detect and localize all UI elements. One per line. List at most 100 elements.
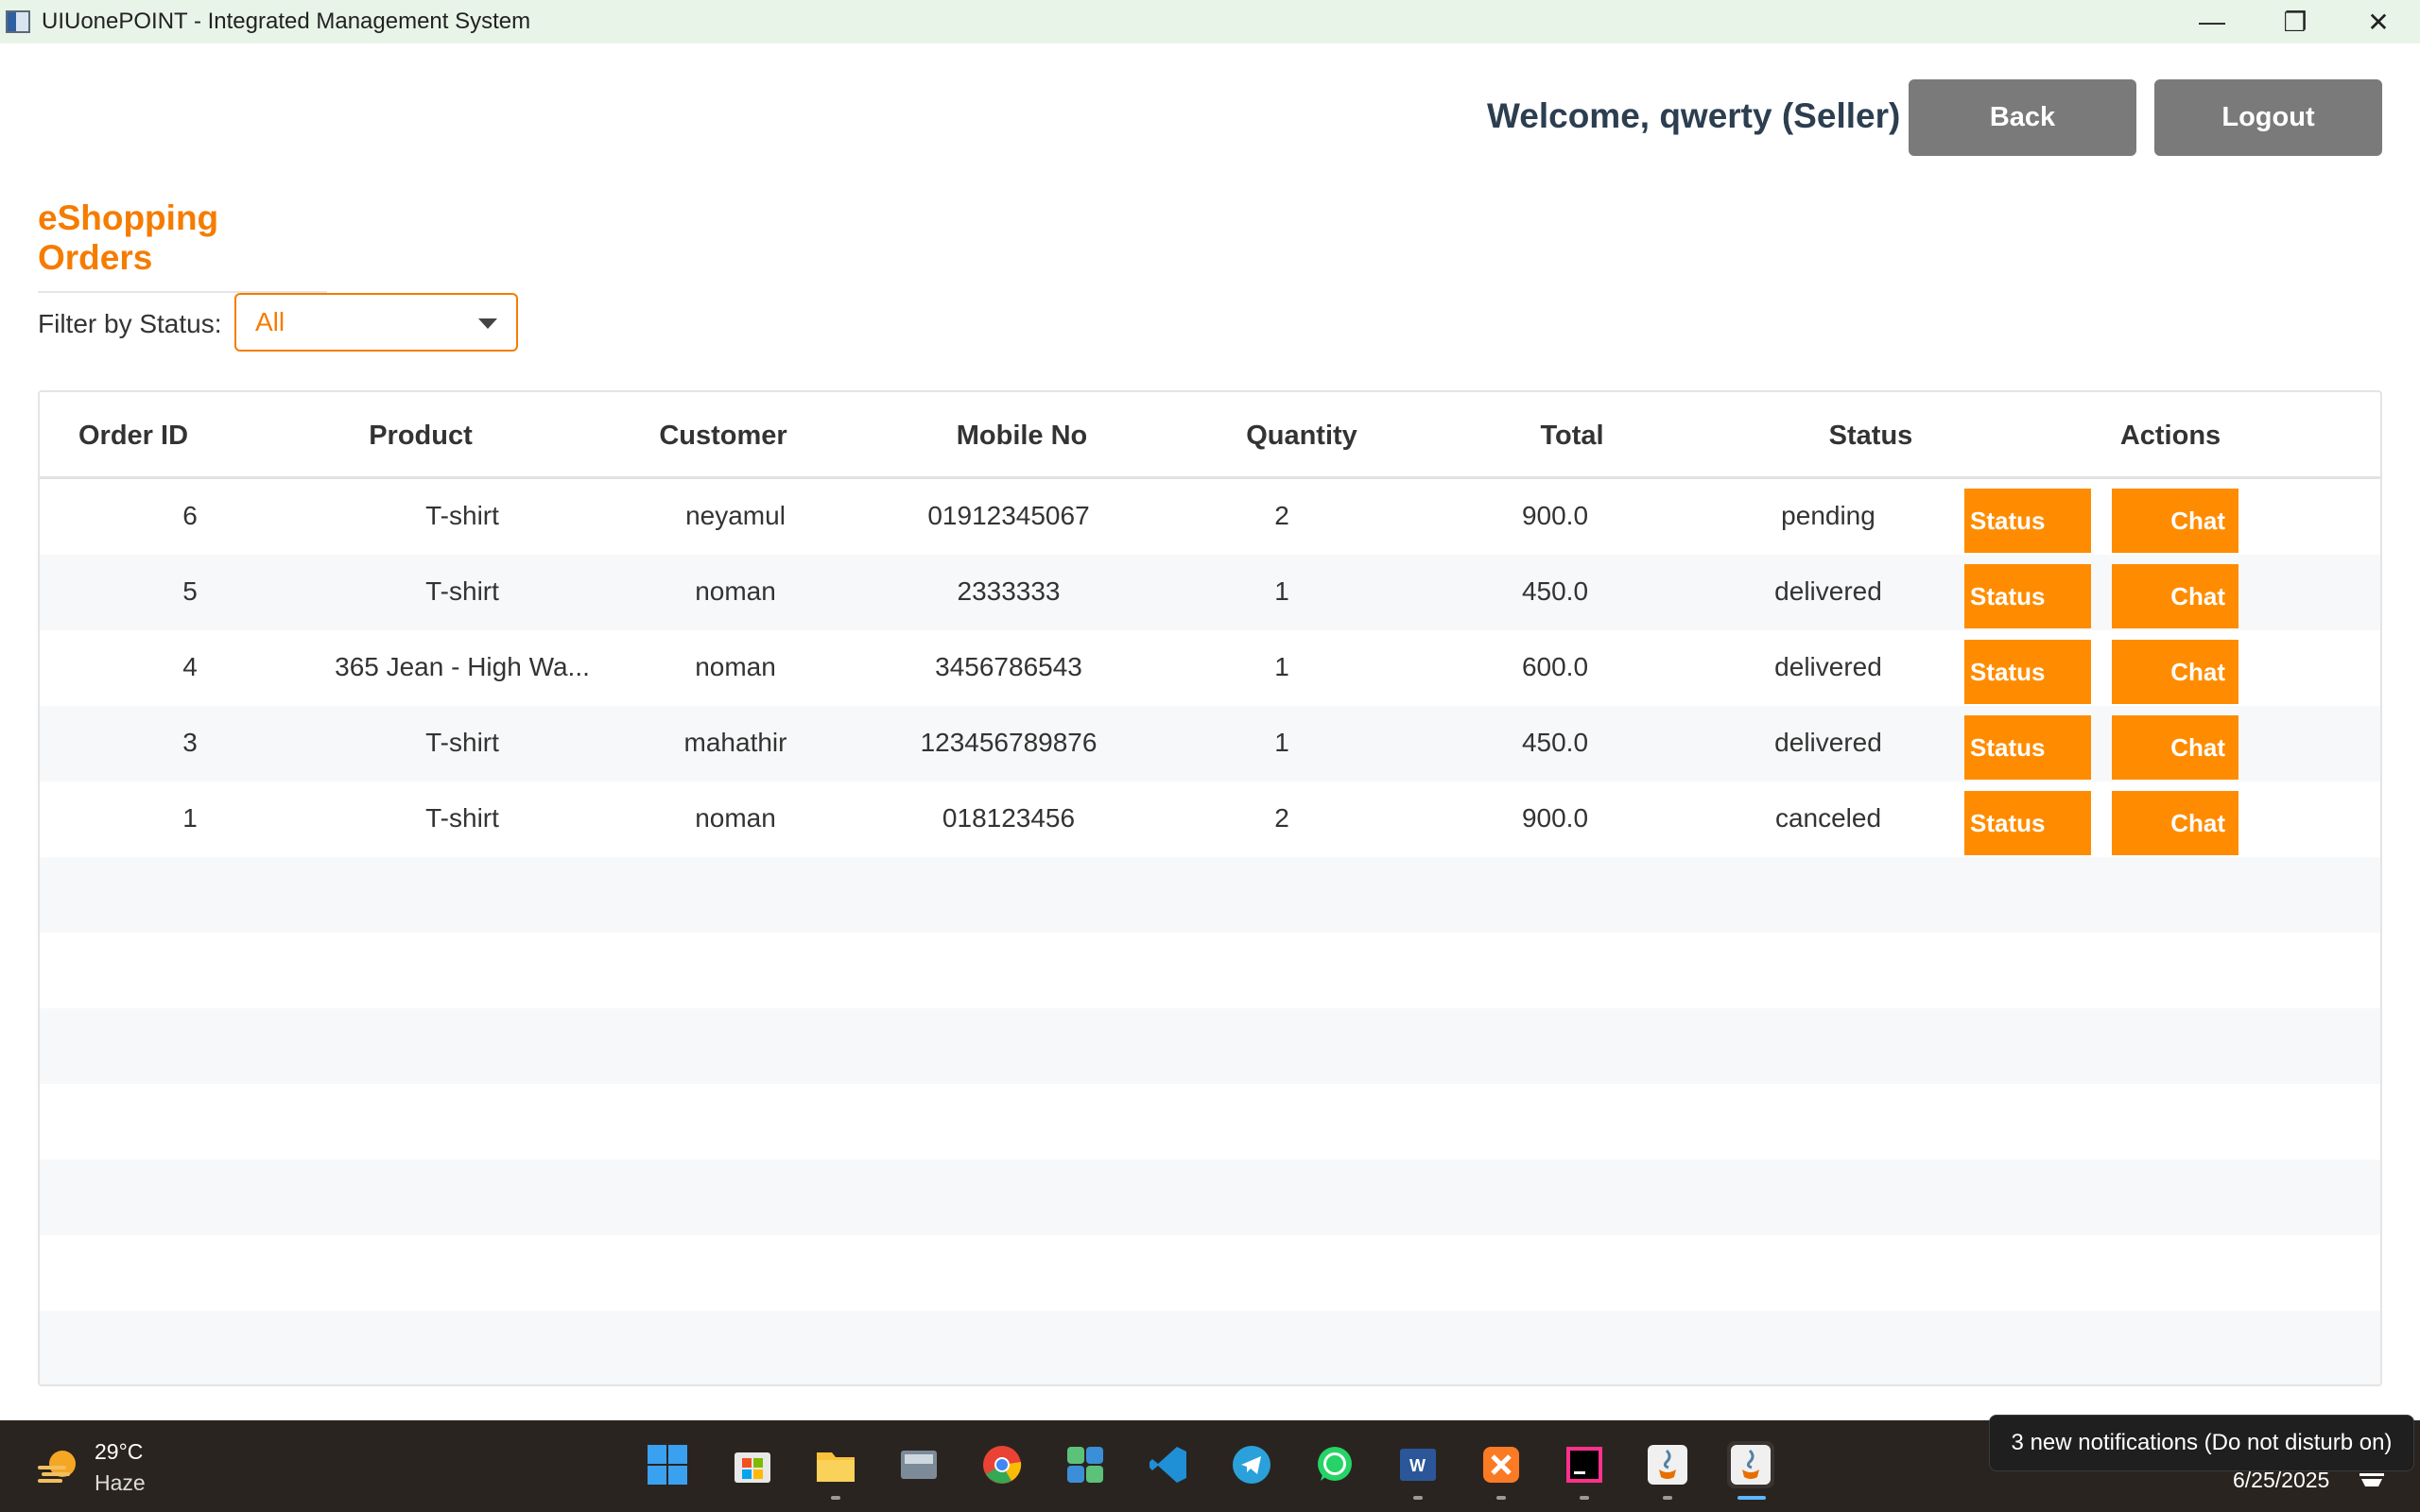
chrome-icon[interactable] bbox=[978, 1441, 1026, 1488]
update-status-button[interactable]: Status bbox=[1964, 791, 2091, 855]
cell-customer: noman bbox=[695, 576, 776, 606]
word-icon[interactable]: W bbox=[1394, 1441, 1442, 1488]
xampp-icon[interactable] bbox=[1478, 1441, 1525, 1488]
table-row[interactable]: 3 T-shirt mahathir 123456789876 1 450.0 delive… bbox=[40, 706, 2380, 782]
intellij-icon[interactable] bbox=[1561, 1441, 1608, 1488]
active-indicator bbox=[1737, 1496, 1766, 1500]
java-icon[interactable] bbox=[1644, 1441, 1691, 1488]
whatsapp-icon[interactable] bbox=[1311, 1441, 1358, 1488]
cell-mobile: 018123456 bbox=[942, 803, 1076, 833]
chevron-down-icon bbox=[478, 318, 497, 329]
running-indicator bbox=[831, 1496, 840, 1500]
cell-quantity: 1 bbox=[1274, 728, 1289, 757]
cell-order-id: 5 bbox=[182, 576, 198, 606]
welcome-text: Welcome, qwerty (Seller) bbox=[1487, 96, 1901, 135]
minimize-button[interactable]: — bbox=[2170, 0, 2254, 43]
filter-label: Filter by Status: bbox=[38, 309, 222, 338]
table-row[interactable]: 4 365 Jean - High Wa... noman 3456786543 1 60… bbox=[40, 630, 2380, 706]
cell-quantity: 2 bbox=[1274, 501, 1289, 530]
table-row bbox=[40, 1311, 2380, 1384]
update-status-button[interactable]: Status bbox=[1964, 640, 2091, 704]
weather-temperature: 29°C bbox=[95, 1439, 144, 1464]
table-row[interactable]: 6 T-shirt neyamul 01912345067 2 900.0 pending S… bbox=[40, 479, 2380, 555]
cell-order-id: 6 bbox=[182, 501, 198, 530]
filter-selected-value: All bbox=[255, 307, 285, 336]
cell-product: T-shirt bbox=[425, 803, 499, 833]
java-app-active-icon[interactable] bbox=[1727, 1441, 1774, 1488]
cell-order-id: 4 bbox=[182, 652, 198, 681]
logout-button[interactable]: Logout bbox=[2154, 79, 2382, 156]
cell-mobile: 3456786543 bbox=[935, 652, 1082, 681]
status-filter-select[interactable]: All bbox=[234, 293, 518, 352]
cell-total: 450.0 bbox=[1521, 728, 1589, 757]
update-status-button[interactable]: Status bbox=[1964, 489, 2091, 553]
notification-center-icon[interactable] bbox=[2358, 1469, 2386, 1492]
cell-customer: mahathir bbox=[683, 728, 787, 757]
table-row bbox=[40, 1160, 2380, 1235]
weather-description: Haze bbox=[95, 1470, 146, 1495]
running-indicator bbox=[1496, 1496, 1506, 1500]
table-header: Order ID Product Customer Mobile No Quan… bbox=[40, 392, 2380, 479]
update-status-button[interactable]: Status bbox=[1964, 715, 2091, 780]
running-indicator bbox=[1413, 1496, 1423, 1500]
cell-quantity: 2 bbox=[1274, 803, 1289, 833]
cell-total: 900.0 bbox=[1521, 803, 1589, 833]
column-header-quantity[interactable]: Quantity bbox=[1246, 421, 1357, 452]
keyboard-app-icon[interactable] bbox=[895, 1441, 942, 1488]
file-explorer-icon[interactable] bbox=[812, 1441, 859, 1488]
start-icon[interactable] bbox=[644, 1441, 691, 1488]
chat-button[interactable]: Chat bbox=[2112, 640, 2238, 704]
table-body: 6 T-shirt neyamul 01912345067 2 900.0 pending S… bbox=[40, 479, 2380, 1384]
cell-mobile: 123456789876 bbox=[920, 728, 1098, 757]
column-header-product[interactable]: Product bbox=[369, 421, 473, 452]
vscode-icon[interactable] bbox=[1145, 1441, 1192, 1488]
update-status-button[interactable]: Status bbox=[1964, 564, 2091, 628]
chat-button[interactable]: Chat bbox=[2112, 715, 2238, 780]
column-header-total[interactable]: Total bbox=[1540, 421, 1603, 452]
weather-haze-icon[interactable] bbox=[34, 1443, 81, 1490]
table-row bbox=[40, 1008, 2380, 1084]
column-header-order-id[interactable]: Order ID bbox=[78, 421, 188, 452]
cell-customer: neyamul bbox=[685, 501, 786, 530]
office-app-icon[interactable] bbox=[1062, 1441, 1109, 1488]
cell-mobile: 2333333 bbox=[957, 576, 1061, 606]
cell-status: canceled bbox=[1774, 803, 1882, 833]
chat-button[interactable]: Chat bbox=[2112, 564, 2238, 628]
cell-customer: noman bbox=[695, 652, 776, 681]
column-header-customer[interactable]: Customer bbox=[659, 421, 786, 452]
close-button[interactable]: ✕ bbox=[2337, 0, 2420, 43]
window-titlebar: UIUonePOINT - Integrated Management Syst… bbox=[0, 0, 2420, 43]
window-title: UIUonePOINT - Integrated Management Syst… bbox=[42, 9, 531, 34]
cell-order-id: 3 bbox=[182, 728, 198, 757]
column-header-mobile-no[interactable]: Mobile No bbox=[957, 421, 1088, 452]
store-icon[interactable] bbox=[729, 1441, 776, 1488]
column-header-status[interactable]: Status bbox=[1829, 421, 1913, 452]
cell-status: delivered bbox=[1774, 728, 1882, 757]
telegram-icon[interactable] bbox=[1228, 1441, 1275, 1488]
table-row[interactable]: 5 T-shirt noman 2333333 1 450.0 delivered Statu… bbox=[40, 555, 2380, 630]
page-title: eShopping Orders bbox=[38, 198, 327, 293]
column-header-actions: Actions bbox=[2119, 421, 2221, 451]
orders-table: Order ID Product Customer Mobile No Quan… bbox=[38, 390, 2382, 1386]
clock-date[interactable]: 6/25/2025 bbox=[2233, 1468, 2329, 1493]
back-button[interactable]: Back bbox=[1909, 79, 2136, 156]
cell-status: delivered bbox=[1774, 652, 1882, 681]
cell-quantity: 1 bbox=[1274, 576, 1289, 606]
cell-product: 365 Jean - High Wa... bbox=[335, 652, 590, 681]
window-controls: — ❐ ✕ bbox=[2170, 0, 2420, 43]
cell-status: pending bbox=[1781, 501, 1876, 530]
chat-button[interactable]: Chat bbox=[2112, 791, 2238, 855]
maximize-button[interactable]: ❐ bbox=[2254, 0, 2337, 43]
table-row bbox=[40, 857, 2380, 933]
cell-product: T-shirt bbox=[425, 501, 499, 530]
table-row bbox=[40, 1235, 2380, 1311]
cell-product: T-shirt bbox=[425, 728, 499, 757]
notification-toast[interactable]: 3 new notifications (Do not disturb on) bbox=[1989, 1415, 2414, 1471]
cell-total: 900.0 bbox=[1521, 501, 1589, 530]
cell-total: 450.0 bbox=[1521, 576, 1589, 606]
table-row[interactable]: 1 T-shirt noman 018123456 2 900.0 canceled Stat… bbox=[40, 782, 2380, 857]
chat-button[interactable]: Chat bbox=[2112, 489, 2238, 553]
cell-quantity: 1 bbox=[1274, 652, 1289, 681]
cell-status: delivered bbox=[1774, 576, 1882, 606]
cell-product: T-shirt bbox=[425, 576, 499, 606]
